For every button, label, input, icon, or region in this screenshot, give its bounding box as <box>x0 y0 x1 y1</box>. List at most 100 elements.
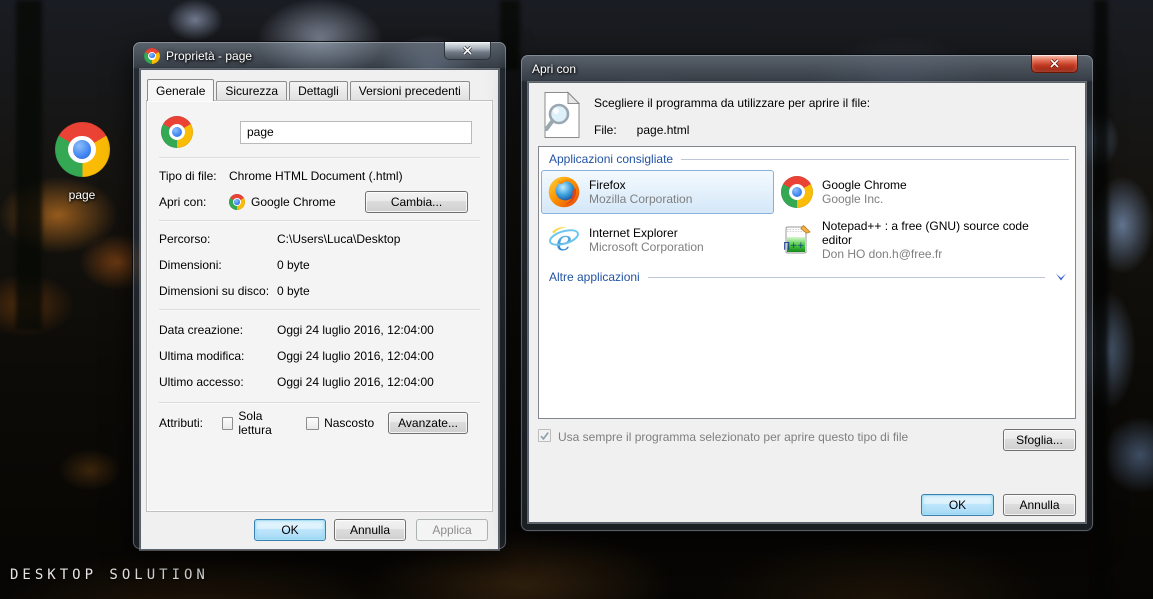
attributes-label: Attributi: <box>159 416 222 430</box>
app-item-google-chrome[interactable]: Google Chrome Google Inc. <box>774 170 1069 214</box>
ok-button[interactable]: OK <box>921 494 994 516</box>
app-name: Notepad++ : a free (GNU) source code edi… <box>822 219 1062 247</box>
properties-title: Proprietà - page <box>166 49 252 63</box>
open-with-prompt: Scegliere il programma da utilizzare per… <box>594 96 870 110</box>
browse-button[interactable]: Sfoglia... <box>1003 429 1076 451</box>
change-button[interactable]: Cambia... <box>365 191 468 213</box>
recommended-group-header: Applicazioni consigliate <box>541 150 1069 168</box>
open-with-value: Google Chrome <box>229 194 336 210</box>
other-applications-label: Altre applicazioni <box>549 270 640 284</box>
open-with-titlebar[interactable]: Apri con <box>528 55 1086 82</box>
notepad-plus-plus-icon: ∏++ <box>781 224 813 256</box>
created-value: Oggi 24 luglio 2016, 12:04:00 <box>277 323 434 337</box>
accessed-label: Ultimo accesso: <box>159 375 277 389</box>
always-use-label: Usa sempre il programma selezionato per … <box>558 429 908 444</box>
file-name-row <box>159 115 480 149</box>
recommended-apps-grid: Firefox Mozilla Corporation Google Chrom… <box>541 168 1069 268</box>
watermark: DESKTOP SOLUTION <box>10 567 209 583</box>
chrome-icon <box>781 176 813 208</box>
app-name: Firefox <box>589 178 692 192</box>
tab-sicurezza[interactable]: Sicurezza <box>216 81 287 100</box>
chrome-icon <box>55 122 110 177</box>
file-name-input[interactable] <box>240 121 472 144</box>
separator <box>159 402 480 403</box>
file-label: File: <box>594 123 617 137</box>
modified-label: Ultima modifica: <box>159 349 277 363</box>
open-with-app-name: Google Chrome <box>251 195 336 209</box>
application-list: Applicazioni consigliate <box>538 146 1076 419</box>
properties-button-row: OK Annulla Applica <box>141 512 498 541</box>
path-label: Percorso: <box>159 232 277 246</box>
app-vendor: Mozilla Corporation <box>589 192 692 206</box>
desktop-background: page DESKTOP SOLUTION Proprietà - page G… <box>0 0 1153 599</box>
chrome-icon <box>144 48 160 64</box>
file-type-icon <box>161 116 193 148</box>
open-with-button-row: OK Annulla <box>921 494 1076 516</box>
recommended-group-label: Applicazioni consigliate <box>549 152 673 166</box>
x-glyph <box>1049 59 1060 68</box>
open-with-window: Apri con Scegliere il programma da u <box>521 55 1093 531</box>
tab-versioni-precedenti[interactable]: Versioni precedenti <box>350 81 470 100</box>
file-type-value: Chrome HTML Document (.html) <box>229 169 403 183</box>
general-tab-page: Tipo di file: Chrome HTML Document (.htm… <box>146 100 493 512</box>
cancel-button[interactable]: Annulla <box>1003 494 1076 516</box>
search-document-icon <box>542 91 582 139</box>
other-applications-header[interactable]: Altre applicazioni <box>541 268 1069 286</box>
desktop-icon-label: page <box>34 188 130 202</box>
apply-button[interactable]: Applica <box>416 519 488 541</box>
app-vendor: Google Inc. <box>822 192 907 206</box>
app-item-notepad-plus-plus[interactable]: ∏++ Notepad++ : a free (GNU) source code… <box>774 214 1069 266</box>
tree-trunk <box>1094 0 1108 599</box>
type-group: Tipo di file: Chrome HTML Document (.htm… <box>159 158 480 220</box>
path-value: C:\Users\Luca\Desktop <box>277 232 400 246</box>
app-vendor: Don HO don.h@free.fr <box>822 247 1062 261</box>
accessed-value: Oggi 24 luglio 2016, 12:04:00 <box>277 375 434 389</box>
desktop-icon-page[interactable]: page <box>34 122 130 202</box>
advanced-button[interactable]: Avanzate... <box>388 412 468 434</box>
cancel-button[interactable]: Annulla <box>334 519 406 541</box>
size-on-disk-label: Dimensioni su disco: <box>159 284 277 298</box>
properties-client-area: Generale Sicurezza Dettagli Versioni pre… <box>140 69 499 550</box>
size-on-disk-value: 0 byte <box>277 284 310 298</box>
app-name: Internet Explorer <box>589 226 704 240</box>
open-with-title: Apri con <box>532 62 576 76</box>
file-type-label: Tipo di file: <box>159 169 229 183</box>
open-with-client-area: Scegliere il programma da utilizzare per… <box>528 82 1086 523</box>
app-item-firefox[interactable]: Firefox Mozilla Corporation <box>541 170 774 214</box>
firefox-icon <box>548 176 580 208</box>
always-use-row: Usa sempre il programma selezionato per … <box>538 429 1076 444</box>
open-with-header: Scegliere il programma da utilizzare per… <box>538 91 1076 139</box>
chrome-icon <box>229 194 245 210</box>
app-name: Google Chrome <box>822 178 907 192</box>
hidden-checkbox[interactable] <box>306 417 319 430</box>
ok-button[interactable]: OK <box>254 519 326 541</box>
created-label: Data creazione: <box>159 323 277 337</box>
properties-tab-strip: Generale Sicurezza Dettagli Versioni pre… <box>141 80 498 100</box>
x-glyph <box>462 46 473 55</box>
always-use-checkbox[interactable] <box>538 429 551 442</box>
check-icon <box>539 431 550 441</box>
size-value: 0 byte <box>277 258 310 272</box>
readonly-label: Sola lettura <box>238 409 292 437</box>
svg-text:∏++: ∏++ <box>784 241 805 251</box>
open-with-label: Apri con: <box>159 195 229 209</box>
close-icon[interactable] <box>444 42 491 60</box>
file-value: page.html <box>637 123 690 137</box>
app-item-internet-explorer[interactable]: e Internet Explorer Microsoft Corporatio… <box>541 214 774 266</box>
properties-titlebar[interactable]: Proprietà - page <box>140 42 499 69</box>
size-label: Dimensioni: <box>159 258 277 272</box>
readonly-checkbox[interactable] <box>222 417 234 430</box>
chevron-down-icon[interactable] <box>1055 273 1067 281</box>
properties-window: Proprietà - page Generale Sicurezza Dett… <box>133 42 506 549</box>
modified-value: Oggi 24 luglio 2016, 12:04:00 <box>277 349 434 363</box>
tab-generale[interactable]: Generale <box>147 79 214 101</box>
location-group: Percorso: C:\Users\Luca\Desktop Dimensio… <box>159 221 480 309</box>
hidden-label: Nascosto <box>324 416 374 430</box>
internet-explorer-icon: e <box>548 224 580 256</box>
dates-group: Data creazione: Oggi 24 luglio 2016, 12:… <box>159 310 480 402</box>
attributes-row: Attributi: Sola lettura Nascosto Avanzat… <box>159 411 480 435</box>
tab-dettagli[interactable]: Dettagli <box>289 81 348 100</box>
separator <box>681 159 1069 160</box>
close-icon[interactable] <box>1031 55 1078 73</box>
app-vendor: Microsoft Corporation <box>589 240 704 254</box>
